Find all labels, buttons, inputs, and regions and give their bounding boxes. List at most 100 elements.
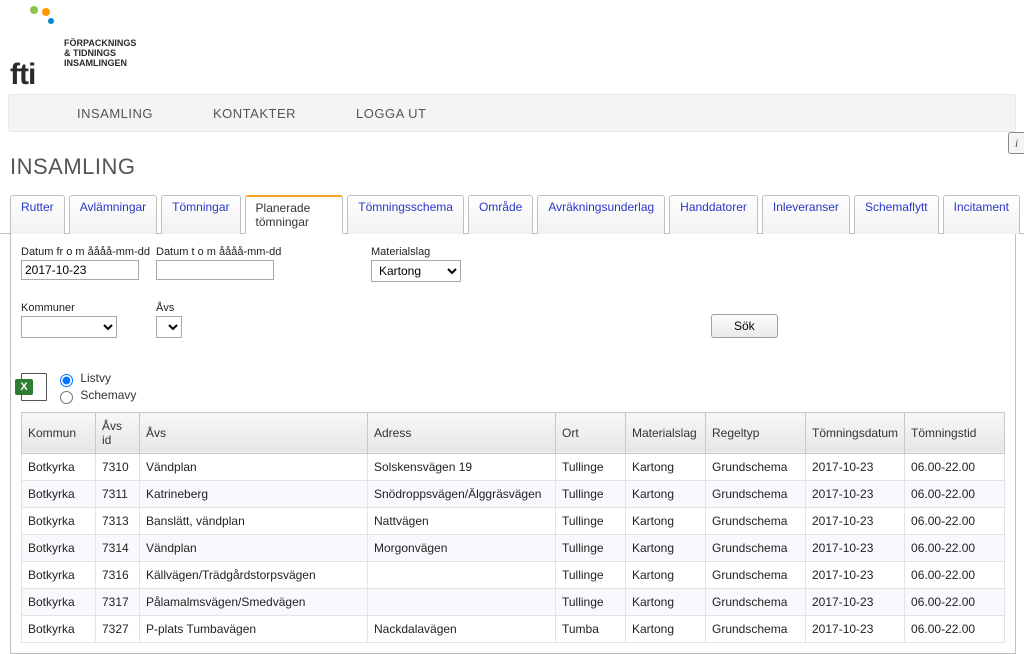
view-toggle: Listvy Schemavy xyxy=(55,370,136,404)
cell-kommun: Botkyrka xyxy=(22,561,96,588)
cell-material: Kartong xyxy=(626,588,706,615)
table-row[interactable]: Botkyrka7317Pålamalmsvägen/SmedvägenTull… xyxy=(22,588,1005,615)
cell-datum: 2017-10-23 xyxy=(806,588,905,615)
cell-tid: 06.00-22.00 xyxy=(905,615,1005,642)
tab-omrade[interactable]: Område xyxy=(468,195,533,234)
nav-loggaut[interactable]: LOGGA UT xyxy=(356,106,426,121)
material-label: Materialslag xyxy=(371,246,711,258)
avs-label: Åvs xyxy=(156,302,371,314)
tab-avlamningar[interactable]: Avlämningar xyxy=(69,195,157,234)
cell-kommun: Botkyrka xyxy=(22,507,96,534)
cell-adress: Nackdalavägen xyxy=(368,615,556,642)
search-button[interactable]: Sök xyxy=(711,314,778,338)
cell-tid: 06.00-22.00 xyxy=(905,561,1005,588)
th-tid[interactable]: Tömningstid xyxy=(905,412,1005,453)
th-material[interactable]: Materialslag xyxy=(626,412,706,453)
logo-text: fti xyxy=(10,52,56,88)
cell-adress: Solskensvägen 19 xyxy=(368,453,556,480)
cell-avsid: 7311 xyxy=(96,480,140,507)
th-kommun[interactable]: Kommun xyxy=(22,412,96,453)
logo-dots xyxy=(10,6,56,52)
th-regeltyp[interactable]: Regeltyp xyxy=(706,412,806,453)
cell-regeltyp: Grundschema xyxy=(706,561,806,588)
tab-handdatorer[interactable]: Handdatorer xyxy=(669,195,758,234)
cell-ort: Tullinge xyxy=(556,480,626,507)
table-row[interactable]: Botkyrka7310VändplanSolskensvägen 19Tull… xyxy=(22,453,1005,480)
kommuner-label: Kommuner xyxy=(21,302,156,314)
cell-regeltyp: Grundschema xyxy=(706,588,806,615)
cell-datum: 2017-10-23 xyxy=(806,561,905,588)
tab-bar: RutterAvlämningarTömningarPlanerade tömn… xyxy=(0,194,1024,234)
results-table: Kommun Åvs id Åvs Adress Ort Materialsla… xyxy=(21,412,1005,643)
nav-insamling[interactable]: INSAMLING xyxy=(77,106,153,121)
date-to-label: Datum t o m åååå-mm-dd xyxy=(156,246,371,258)
th-avs[interactable]: Åvs xyxy=(140,412,368,453)
cell-avs: Katrineberg xyxy=(140,480,368,507)
th-datum[interactable]: Tömningsdatum xyxy=(806,412,905,453)
table-row[interactable]: Botkyrka7314VändplanMorgonvägenTullingeK… xyxy=(22,534,1005,561)
tab-tomningsschema[interactable]: Tömningsschema xyxy=(347,195,464,234)
cell-adress xyxy=(368,588,556,615)
table-row[interactable]: Botkyrka7327P-plats TumbavägenNackdalavä… xyxy=(22,615,1005,642)
cell-avsid: 7316 xyxy=(96,561,140,588)
cell-avs: Banslätt, vändplan xyxy=(140,507,368,534)
tab-inleveranser[interactable]: Inleveranser xyxy=(762,195,850,234)
cell-kommun: Botkyrka xyxy=(22,453,96,480)
material-select[interactable]: Kartong xyxy=(371,260,461,282)
cell-ort: Tullinge xyxy=(556,534,626,561)
table-row[interactable]: Botkyrka7316Källvägen/Trädgårdstorpsväge… xyxy=(22,561,1005,588)
cell-material: Kartong xyxy=(626,561,706,588)
tab-rutter[interactable]: Rutter xyxy=(10,195,65,234)
th-adress[interactable]: Adress xyxy=(368,412,556,453)
kommuner-select[interactable] xyxy=(21,316,117,338)
excel-export-icon[interactable] xyxy=(21,373,47,401)
cell-material: Kartong xyxy=(626,534,706,561)
table-row[interactable]: Botkyrka7313Banslätt, vändplanNattvägenT… xyxy=(22,507,1005,534)
cell-avs: Källvägen/Trädgårdstorpsvägen xyxy=(140,561,368,588)
cell-datum: 2017-10-23 xyxy=(806,507,905,534)
tab-incitament[interactable]: Incitament xyxy=(943,195,1020,234)
brand-logo: fti FÖRPACKNINGS & TIDNINGS INSAMLINGEN xyxy=(0,0,1024,90)
table-row[interactable]: Botkyrka7311KatrinebergSnödroppsvägen/Äl… xyxy=(22,480,1005,507)
cell-regeltyp: Grundschema xyxy=(706,453,806,480)
cell-tid: 06.00-22.00 xyxy=(905,507,1005,534)
listvy-radio[interactable]: Listvy xyxy=(55,370,136,387)
cell-avs: P-plats Tumbavägen xyxy=(140,615,368,642)
cell-ort: Tullinge xyxy=(556,453,626,480)
cell-ort: Tullinge xyxy=(556,507,626,534)
nav-kontakter[interactable]: KONTAKTER xyxy=(213,106,296,121)
cell-kommun: Botkyrka xyxy=(22,615,96,642)
cell-tid: 06.00-22.00 xyxy=(905,480,1005,507)
avs-select[interactable] xyxy=(156,316,182,338)
date-from-input[interactable] xyxy=(21,260,139,280)
cell-tid: 06.00-22.00 xyxy=(905,453,1005,480)
cell-datum: 2017-10-23 xyxy=(806,453,905,480)
schemavy-radio[interactable]: Schemavy xyxy=(55,387,136,404)
tab-schemaflytt[interactable]: Schemaflytt xyxy=(854,195,939,234)
cell-material: Kartong xyxy=(626,507,706,534)
cell-kommun: Botkyrka xyxy=(22,534,96,561)
cell-avs: Vändplan xyxy=(140,453,368,480)
table-header-row: Kommun Åvs id Åvs Adress Ort Materialsla… xyxy=(22,412,1005,453)
date-from-label: Datum fr o m åååå-mm-dd xyxy=(21,246,156,258)
cell-adress: Nattvägen xyxy=(368,507,556,534)
th-avsid[interactable]: Åvs id xyxy=(96,412,140,453)
cell-adress: Snödroppsvägen/Älggräsvägen xyxy=(368,480,556,507)
page-title: INSAMLING xyxy=(10,154,1024,180)
tab-avrakning[interactable]: Avräkningsunderlag xyxy=(537,195,665,234)
cell-kommun: Botkyrka xyxy=(22,588,96,615)
cell-regeltyp: Grundschema xyxy=(706,534,806,561)
cell-avs: Pålamalmsvägen/Smedvägen xyxy=(140,588,368,615)
cell-material: Kartong xyxy=(626,615,706,642)
tab-planerade[interactable]: Planerade tömningar xyxy=(245,195,344,234)
info-icon[interactable]: i xyxy=(1008,132,1024,154)
date-to-input[interactable] xyxy=(156,260,274,280)
cell-regeltyp: Grundschema xyxy=(706,615,806,642)
cell-avsid: 7313 xyxy=(96,507,140,534)
th-ort[interactable]: Ort xyxy=(556,412,626,453)
cell-avsid: 7327 xyxy=(96,615,140,642)
cell-regeltyp: Grundschema xyxy=(706,507,806,534)
cell-datum: 2017-10-23 xyxy=(806,534,905,561)
tab-tomningar[interactable]: Tömningar xyxy=(161,195,240,234)
cell-regeltyp: Grundschema xyxy=(706,480,806,507)
